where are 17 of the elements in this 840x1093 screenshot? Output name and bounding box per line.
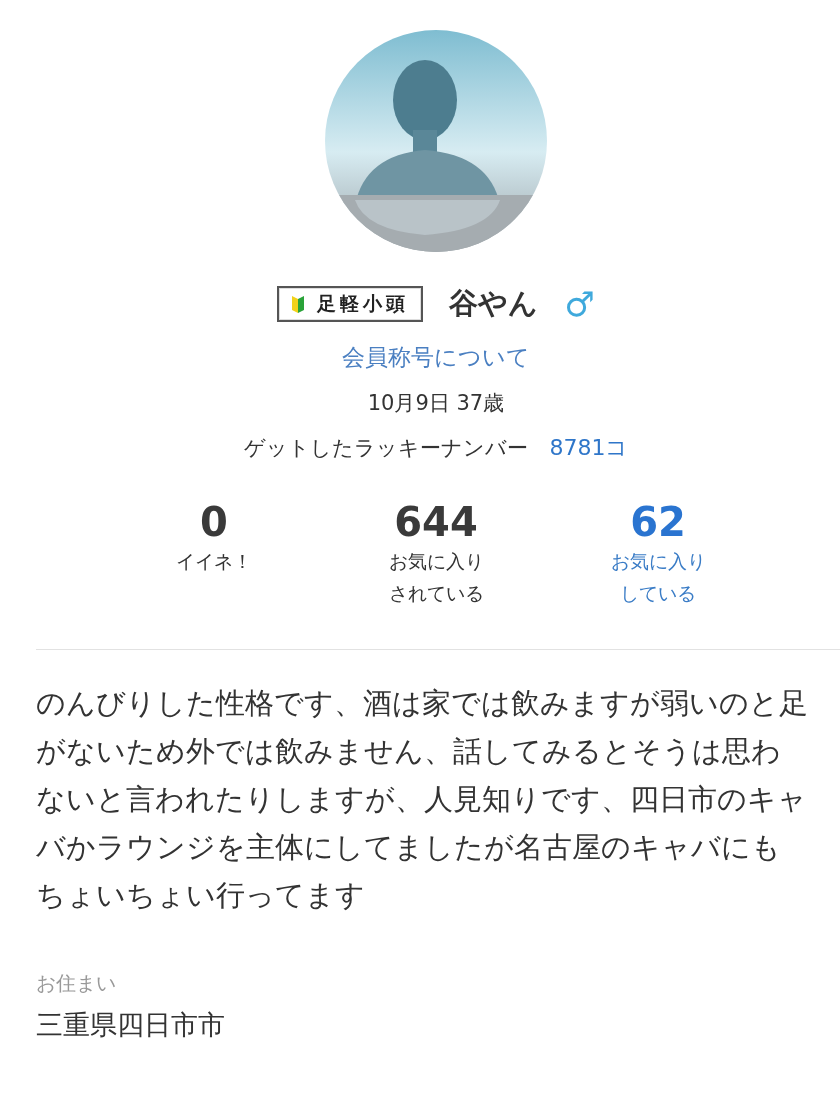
user-name: 谷やん	[449, 285, 539, 322]
lucky-number-link[interactable]: 8781コ	[549, 433, 629, 463]
rank-badge: 足軽小頭	[277, 286, 424, 322]
bio-text: のんびりした性格です、酒は家では飲みますが弱いのと足がないため外では飲みません、話してみるとそうは思わないと言われたりしますが、人見知りです、四日市のキャバかラウンジを主体にしてましたが名古屋のキャバにもちょいちょい行ってます	[36, 686, 809, 914]
beginner-mark-icon	[291, 294, 306, 314]
residence-label: お住まい	[36, 970, 117, 997]
stat-count[interactable]: 62	[630, 499, 686, 545]
stat-count: 644	[394, 499, 478, 545]
stat-label: イイネ！	[176, 549, 252, 574]
gender-symbol: ♂	[564, 284, 595, 324]
stat-count: 0	[200, 499, 228, 545]
stat-label: お気に入り されている	[388, 549, 484, 606]
birthday-age: 10月9日 37歳	[367, 390, 505, 417]
lucky-number-label: ゲットしたラッキーナンバー	[243, 435, 528, 462]
stat-label[interactable]: お気に入り している	[610, 545, 706, 609]
residence-value: 三重県四日市市	[36, 1008, 226, 1042]
rank-info-link[interactable]: 会員称号について	[342, 342, 530, 373]
